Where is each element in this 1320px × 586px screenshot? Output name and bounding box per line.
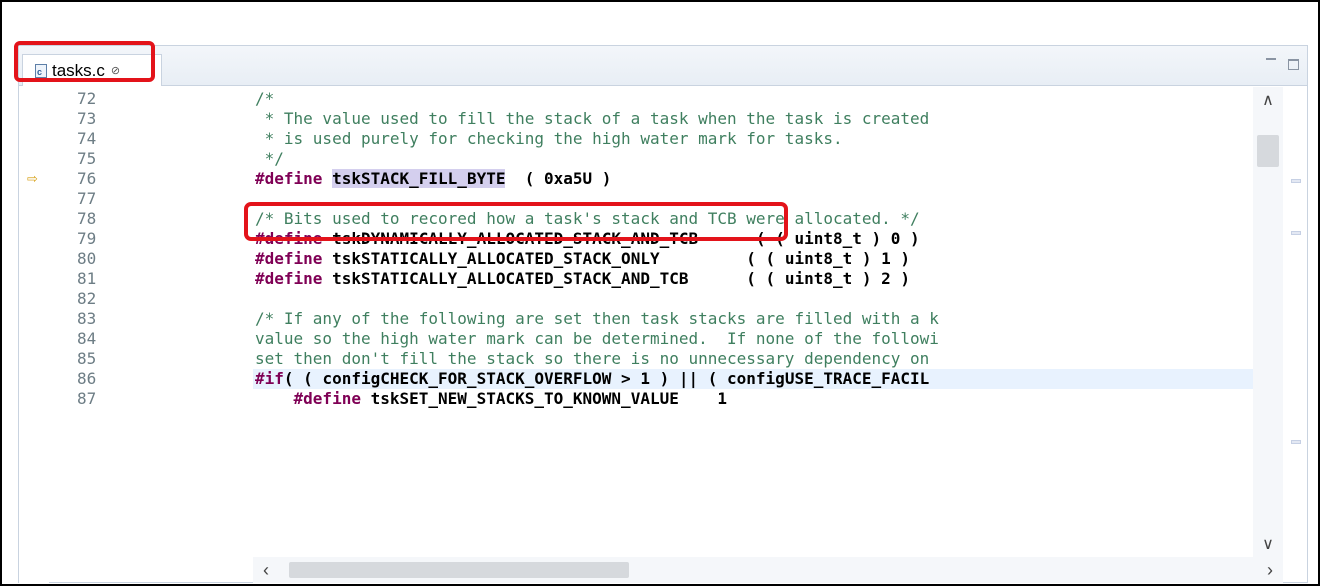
line-number: 73 <box>77 109 97 128</box>
code-token: /* <box>255 89 275 108</box>
c-source-file-icon: c <box>35 63 47 78</box>
code-token: #define <box>293 389 361 408</box>
line-number: 83 <box>77 309 97 328</box>
code-token: /* If any of the following are set then … <box>255 309 939 328</box>
line-number: 74 <box>77 129 97 148</box>
line-number: 81 <box>77 269 97 288</box>
code-line[interactable]: #define tskSTATICALLY_ALLOCATED_STACK_AN… <box>255 269 910 289</box>
annotation-gutter: ⇨ <box>19 87 49 583</box>
line-number: 82 <box>77 289 97 308</box>
line-number: 78 <box>77 209 97 228</box>
debug-pointer-icon: ⇨ <box>27 171 38 186</box>
tab-label: tasks.c <box>52 60 105 80</box>
code-token: /* Bits used to recored how a task's sta… <box>255 209 920 228</box>
code-text-area[interactable]: /* * The value used to fill the stack of… <box>253 87 1253 557</box>
code-token: ( ( configCHECK_FOR_STACK_OVERFLOW > 1 )… <box>283 369 930 388</box>
vertical-scrollbar[interactable]: ∧ ∨ <box>1253 87 1283 557</box>
code-token: tskSET_NEW_STACKS_TO_KNOWN_VALUE 1 <box>360 389 728 408</box>
code-line[interactable]: */ <box>255 149 284 169</box>
line-number: 87 <box>77 389 97 408</box>
line-number: 85 <box>77 349 97 368</box>
tab-close-icon[interactable]: ⊘ <box>111 64 120 77</box>
code-token: ( 0xa5U ) <box>505 169 612 188</box>
code-line[interactable]: #define tskSET_NEW_STACKS_TO_KNOWN_VALUE… <box>255 389 727 409</box>
code-line[interactable]: /* Bits used to recored how a task's sta… <box>255 209 920 229</box>
line-number: 79 <box>77 229 97 248</box>
code-token: tskDYNAMICALLY_ALLOCATED_STACK_AND_TCB (… <box>322 229 920 248</box>
code-line[interactable]: * is used purely for checking the high w… <box>255 129 843 149</box>
code-token: value so the high water mark can be dete… <box>255 329 939 348</box>
scroll-up-icon[interactable]: ∧ <box>1253 87 1283 113</box>
scroll-down-icon[interactable]: ∨ <box>1253 531 1283 557</box>
code-token: #define <box>255 169 323 188</box>
code-line[interactable]: * The value used to fill the stack of a … <box>255 109 930 129</box>
code-line[interactable]: #define tskSTATICALLY_ALLOCATED_STACK_ON… <box>255 249 910 269</box>
line-number: 77 <box>77 189 97 208</box>
code-line[interactable]: #define tskDYNAMICALLY_ALLOCATED_STACK_A… <box>255 229 920 249</box>
code-line[interactable]: /* If any of the following are set then … <box>255 309 939 329</box>
vertical-scroll-thumb[interactable] <box>1257 135 1279 167</box>
code-token: #define <box>255 269 323 288</box>
code-token: #define <box>255 249 323 268</box>
line-number: 84 <box>77 329 97 348</box>
overview-marker[interactable] <box>1291 179 1301 183</box>
code-token: set then don't fill the stack so there i… <box>255 349 939 368</box>
line-number: 75 <box>77 149 97 168</box>
c-file-icon-letter: c <box>37 66 43 77</box>
scroll-right-icon[interactable]: › <box>1257 557 1283 583</box>
code-token: tskSTATICALLY_ALLOCATED_STACK_ONLY ( ( u… <box>322 249 911 268</box>
code-token: * The value used to fill the stack of a … <box>255 109 930 128</box>
code-line[interactable]: #if( ( configCHECK_FOR_STACK_OVERFLOW > … <box>253 369 1253 389</box>
overview-marker[interactable] <box>1291 231 1301 235</box>
code-line[interactable]: /* <box>255 89 274 109</box>
code-line[interactable]: value so the high water mark can be dete… <box>255 329 939 349</box>
editor-tab-bar: c tasks.c ⊘ <box>19 46 1307 86</box>
overview-ruler[interactable] <box>1283 87 1309 583</box>
view-controls <box>1266 54 1299 70</box>
code-editor-view: c tasks.c ⊘ ⇨ 72 73 74 75 76 77 78 79 80 81 82 83 84… <box>18 45 1308 583</box>
code-line[interactable]: set then don't fill the stack so there i… <box>255 349 939 369</box>
horizontal-scrollbar[interactable]: ‹ › <box>253 557 1283 583</box>
line-number-ruler: 72 73 74 75 76 77 78 79 80 81 82 83 84 85 86 87 <box>49 87 247 557</box>
code-token: */ <box>255 149 284 168</box>
code-token: #if <box>255 369 284 388</box>
overview-marker[interactable] <box>1291 440 1301 444</box>
code-token: tskSTACK_FILL_BYTE <box>332 169 506 188</box>
code-token: #define <box>255 229 323 248</box>
horizontal-scroll-thumb[interactable] <box>289 562 629 578</box>
line-number: 72 <box>77 89 97 108</box>
line-number: 76 <box>77 169 97 188</box>
tab-tasks-c[interactable]: c tasks.c ⊘ <box>22 54 162 86</box>
line-number: 80 <box>77 249 97 268</box>
code-token: tskSTATICALLY_ALLOCATED_STACK_AND_TCB ( … <box>322 269 911 288</box>
screenshot-frame: c tasks.c ⊘ ⇨ 72 73 74 75 76 77 78 79 80 81 82 83 84… <box>0 0 1320 586</box>
line-number: 86 <box>77 369 97 388</box>
scroll-left-icon[interactable]: ‹ <box>253 557 279 583</box>
maximize-icon[interactable] <box>1288 59 1299 70</box>
code-token: * is used purely for checking the high w… <box>255 129 843 148</box>
minimize-icon[interactable] <box>1266 58 1276 66</box>
code-line[interactable]: #define tskSTACK_FILL_BYTE ( 0xa5U ) <box>255 169 611 189</box>
